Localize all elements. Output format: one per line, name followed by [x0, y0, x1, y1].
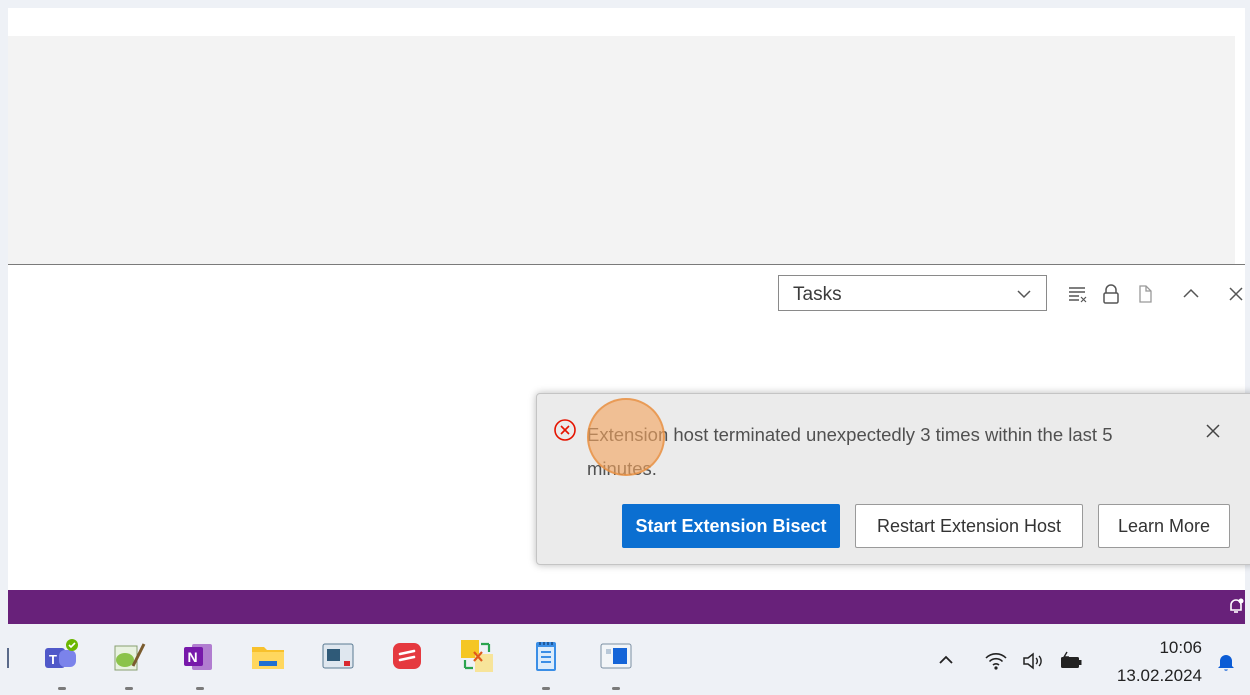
close-notification-icon[interactable]	[1204, 422, 1222, 440]
task-selector-value: Tasks	[793, 284, 842, 305]
clock-time[interactable]: 10:06	[1120, 638, 1202, 658]
notepad-plus-icon[interactable]	[111, 638, 147, 674]
svg-text:T: T	[49, 652, 57, 667]
wifi-icon[interactable]	[984, 651, 1008, 671]
notification-bell-icon[interactable]	[1215, 651, 1237, 673]
notepad-plus-running-indicator	[125, 687, 133, 690]
onenote-icon[interactable]: N	[180, 638, 216, 674]
onenote-running-indicator	[196, 687, 204, 690]
chevron-up-icon[interactable]	[937, 651, 955, 669]
learn-more-button[interactable]: Learn More	[1098, 504, 1230, 548]
svg-text:N: N	[188, 649, 198, 665]
battery-icon[interactable]	[1058, 651, 1084, 671]
notepad-icon[interactable]	[528, 638, 564, 674]
notepad-running-indicator	[542, 687, 550, 690]
panel-divider[interactable]	[8, 264, 1245, 265]
click-highlight	[587, 398, 665, 476]
remote-desktop-running-indicator	[612, 687, 620, 690]
taskbar: T N 10:06 13.02.2024	[0, 624, 1250, 695]
teams-icon[interactable]: T	[44, 638, 80, 674]
file-explorer-icon[interactable]	[250, 638, 286, 674]
start-extension-bisect-button[interactable]: Start Extension Bisect	[622, 504, 840, 548]
git-compare-icon[interactable]	[459, 638, 495, 674]
task-selector-dropdown[interactable]: Tasks	[778, 275, 1047, 311]
chevron-down-icon	[1017, 290, 1031, 299]
notifications-bell-icon[interactable]	[1226, 596, 1246, 616]
app-window-icon[interactable]	[320, 638, 356, 674]
editor-area[interactable]	[8, 36, 1235, 264]
restart-extension-host-button[interactable]: Restart Extension Host	[855, 504, 1083, 548]
clear-output-icon[interactable]	[1067, 283, 1089, 305]
speaker-icon[interactable]	[1021, 651, 1045, 671]
taskbar-edge	[7, 648, 9, 668]
teams-running-indicator	[58, 687, 66, 690]
error-icon	[554, 419, 576, 441]
remote-desktop-icon[interactable]	[598, 638, 634, 674]
clock-date[interactable]: 13.02.2024	[1100, 666, 1202, 686]
notification-message: Extension host terminated unexpectedly 3…	[587, 424, 1113, 479]
red-app-icon[interactable]	[389, 638, 425, 674]
status-bar	[8, 590, 1245, 624]
open-in-editor-icon[interactable]	[1134, 283, 1156, 305]
maximize-panel-icon[interactable]	[1180, 283, 1202, 305]
close-panel-icon[interactable]	[1225, 283, 1245, 305]
lock-icon[interactable]	[1100, 283, 1122, 305]
